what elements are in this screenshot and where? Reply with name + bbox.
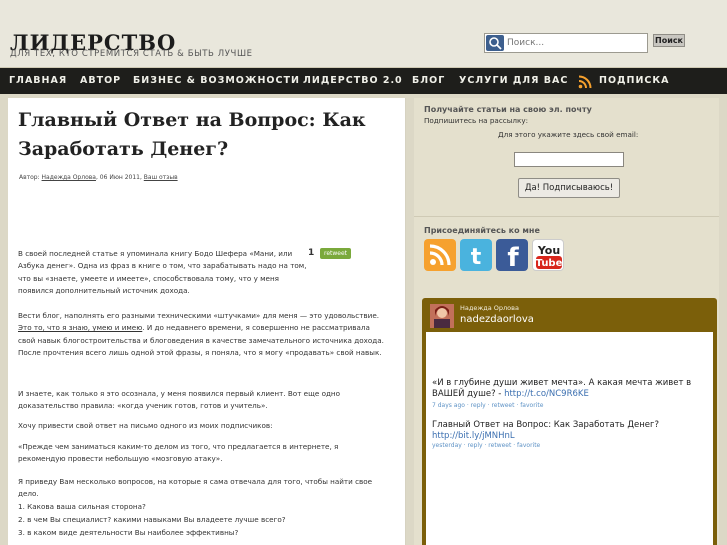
question-item: 2. в чем Вы специалист? какими навыками … <box>18 515 286 524</box>
nav-item-business[interactable]: БИЗНЕС & ВОЗМОЖНОСТИ <box>133 68 300 94</box>
search-box[interactable] <box>484 33 648 53</box>
subscribe-subheading: Подпишитесь на рассылку: <box>424 116 529 125</box>
post-paragraph: В своей последней статье я упоминала кни… <box>18 249 307 296</box>
paragraph-text: Вести блог, наполнять его разными технич… <box>18 311 380 320</box>
tweet-link[interactable]: http://bit.ly/jMNHnL <box>432 431 515 441</box>
post-paragraph: Хочу привести свой ответ на письмо одног… <box>18 421 273 430</box>
nav-item-author[interactable]: АВТОР <box>80 68 121 94</box>
post-paragraph: Я приведу Вам несколько вопросов, на кот… <box>18 477 373 499</box>
facebook-icon[interactable]: f <box>496 239 528 271</box>
tweet-actions[interactable]: · reply · retweet · favorite <box>465 402 544 409</box>
nav-item-leadership[interactable]: ЛИДЕРСТВО 2.0 <box>303 68 403 94</box>
tweet-meta: yesterday · reply · retweet · favorite <box>432 442 540 449</box>
twitter-icon[interactable]: t <box>460 239 492 271</box>
post-paragraph: Вести блог, наполнять его разными технич… <box>18 310 388 360</box>
post-meta: Автор: Надежда Орлова, 06 Июн 2011, Ваш … <box>19 174 178 181</box>
subscribe-button[interactable]: Да! Подписываюсь! <box>518 178 620 198</box>
post-paragraph: И знаете, как только я это осознала, у м… <box>18 389 341 411</box>
search-icon <box>486 35 504 51</box>
twitter-username[interactable]: nadezdaorlova <box>460 314 534 325</box>
post-content: Главный Ответ на Вопрос: Как Заработать … <box>8 98 406 545</box>
nav-item-blog[interactable]: БЛОГ <box>412 68 445 94</box>
subscribe-heading: Получайте статьи на свою эл. почту <box>424 105 592 114</box>
site-tagline: ДЛЯ ТЕХ, КТО СТРЕМИТСЯ СТАТЬ & БЫТЬ ЛУЧШ… <box>10 49 253 59</box>
highlight-link[interactable]: Это то, что я знаю, умею и имею <box>18 323 142 332</box>
search-button[interactable]: Поиск <box>653 34 685 47</box>
tweet-text-body: Главный Ответ на Вопрос: Как Заработать … <box>432 420 659 430</box>
meta-author-link[interactable]: Надежда Орлова <box>42 174 96 181</box>
sidebar: Получайте статьи на свою эл. почту Подпи… <box>414 98 719 545</box>
tweet-time[interactable]: 7 days ago <box>432 402 465 409</box>
avatar[interactable] <box>430 304 454 328</box>
question-item: 3. в каком виде деятельности Вы наиболее… <box>18 528 239 537</box>
rss-icon[interactable] <box>424 239 456 271</box>
twitter-widget: Надежда Орлова nadezdaorlova «И в глубин… <box>422 298 717 545</box>
join-heading: Присоединяйтесь ко мне <box>424 226 540 235</box>
youtube-icon[interactable]: You Tube <box>532 239 564 271</box>
nav-item-home[interactable]: ГЛАВНАЯ <box>9 68 67 94</box>
search-input[interactable] <box>507 36 645 50</box>
tweet-link[interactable]: http://t.co/NC9R6KE <box>504 389 589 399</box>
tweet-list: «И в глубине души живет мечта». А какая … <box>426 332 713 545</box>
svg-text:t: t <box>471 245 482 270</box>
svg-text:Tube: Tube <box>536 258 563 269</box>
twitter-display-name: Надежда Орлова <box>460 304 519 312</box>
post-paragraph: «Прежде чем заниматься каким-то делом из… <box>18 442 339 464</box>
post-title[interactable]: Главный Ответ на Вопрос: Как Заработать … <box>18 106 398 164</box>
nav-item-services[interactable]: УСЛУГИ ДЛЯ ВАС <box>459 68 568 94</box>
main-nav: ГЛАВНАЯ АВТОР БИЗНЕС & ВОЗМОЖНОСТИ ЛИДЕР… <box>0 68 727 94</box>
retweet-widget: 1 retweet <box>308 248 354 262</box>
question-item: 1. Какова ваша сильная сторона? <box>18 502 146 511</box>
email-field[interactable] <box>514 152 624 167</box>
tweet-text: «И в глубине души живет мечта». А какая … <box>432 378 707 400</box>
rss-icon[interactable] <box>578 74 592 89</box>
sidebar-divider <box>414 216 719 217</box>
retweet-button[interactable]: retweet <box>320 248 351 259</box>
svg-text:You: You <box>537 244 560 257</box>
svg-text:f: f <box>507 243 519 271</box>
meta-prefix: Автор: <box>19 174 42 181</box>
email-label: Для этого укажите здесь свой email: <box>498 130 639 139</box>
meta-comments-link[interactable]: Ваш отзыв <box>144 174 178 181</box>
tweet-text: Главный Ответ на Вопрос: Как Заработать … <box>432 420 707 442</box>
retweet-count: 1 <box>308 248 315 258</box>
meta-date: , 06 Июн 2011, <box>95 174 144 181</box>
site-header: ЛИДЕРСТВО ДЛЯ ТЕХ, КТО СТРЕМИТСЯ СТАТЬ &… <box>0 0 727 68</box>
tweet-actions[interactable]: · reply · retweet · favorite <box>462 442 541 449</box>
tweet-time[interactable]: yesterday <box>432 442 462 449</box>
tweet-meta: 7 days ago · reply · retweet · favorite <box>432 402 543 409</box>
nav-item-subscribe[interactable]: ПОДПИСКА <box>599 68 669 94</box>
